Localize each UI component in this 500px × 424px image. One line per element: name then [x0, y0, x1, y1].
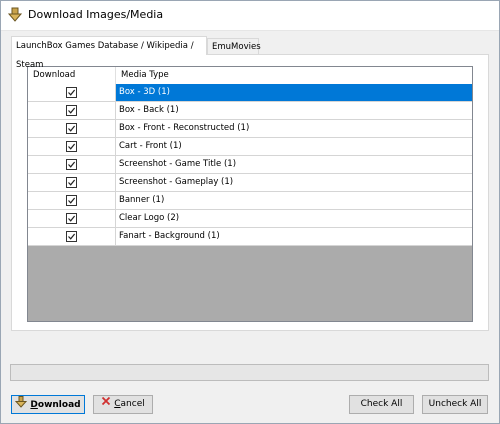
- table-row[interactable]: Fanart - Background (1): [28, 228, 472, 246]
- table-row[interactable]: Clear Logo (2): [28, 210, 472, 228]
- column-header-media-type[interactable]: Media Type: [116, 67, 472, 84]
- download-progress-bar: [10, 364, 489, 381]
- media-type-name: Banner (1): [119, 195, 165, 205]
- tab-launchbox-games-database[interactable]: LaunchBox Games Database / Wikipedia / S…: [11, 36, 207, 70]
- download-button[interactable]: Download: [11, 395, 85, 414]
- close-icon: [101, 396, 111, 413]
- download-arrow-icon: [7, 7, 23, 23]
- download-cell: [28, 120, 116, 137]
- table-row[interactable]: Screenshot - Game Title (1): [28, 156, 472, 174]
- table-row[interactable]: Screenshot - Gameplay (1): [28, 174, 472, 192]
- download-checkbox[interactable]: [66, 213, 77, 224]
- table-row[interactable]: Banner (1): [28, 192, 472, 210]
- window-title: Download Images/Media: [28, 8, 164, 21]
- media-type-name: Box - Front - Reconstructed (1): [119, 123, 250, 133]
- download-checkbox[interactable]: [66, 231, 77, 242]
- uncheck-all-button[interactable]: Uncheck All: [422, 395, 488, 414]
- media-type-name: Fanart - Background (1): [119, 231, 220, 241]
- download-label: ownload: [37, 400, 81, 410]
- download-cell: [28, 192, 116, 209]
- media-type-name: Box - Back (1): [119, 105, 179, 115]
- download-cell: [28, 102, 116, 119]
- download-checkbox[interactable]: [66, 159, 77, 170]
- download-checkbox[interactable]: [66, 87, 77, 98]
- tab-emumovies[interactable]: EmuMovies: [207, 38, 261, 55]
- media-type-name: Cart - Front (1): [119, 141, 182, 151]
- media-type-name: Screenshot - Game Title (1): [119, 159, 237, 169]
- download-cell: [28, 156, 116, 173]
- check-all-button[interactable]: Check All: [349, 395, 414, 414]
- download-cell: [28, 174, 116, 191]
- cancel-label: ancel: [120, 399, 145, 409]
- download-mnemonic: D: [30, 400, 38, 410]
- table-row[interactable]: Cart - Front (1): [28, 138, 472, 156]
- table-row[interactable]: Box - 3D (1): [28, 84, 472, 102]
- download-cell: [28, 138, 116, 155]
- download-checkbox[interactable]: [66, 141, 77, 152]
- cancel-button[interactable]: Cancel: [93, 395, 153, 414]
- grid-header: Download Media Type: [28, 67, 472, 85]
- download-cell: [28, 210, 116, 227]
- download-arrow-icon: [15, 396, 28, 415]
- download-checkbox[interactable]: [66, 195, 77, 206]
- media-type-name: Clear Logo (2): [119, 213, 180, 223]
- download-cell: [28, 84, 116, 101]
- media-type-name: Box - 3D (1): [119, 87, 170, 97]
- media-type-grid[interactable]: Download Media Type Box - 3D (1) Box - Ba…: [27, 66, 473, 322]
- download-cell: [28, 228, 116, 245]
- download-checkbox[interactable]: [66, 123, 77, 134]
- title-bar: Download Images/Media: [0, 0, 500, 31]
- table-row[interactable]: Box - Front - Reconstructed (1): [28, 120, 472, 138]
- table-row[interactable]: Box - Back (1): [28, 102, 472, 120]
- download-checkbox[interactable]: [66, 177, 77, 188]
- download-checkbox[interactable]: [66, 105, 77, 116]
- media-type-name: Screenshot - Gameplay (1): [119, 177, 234, 187]
